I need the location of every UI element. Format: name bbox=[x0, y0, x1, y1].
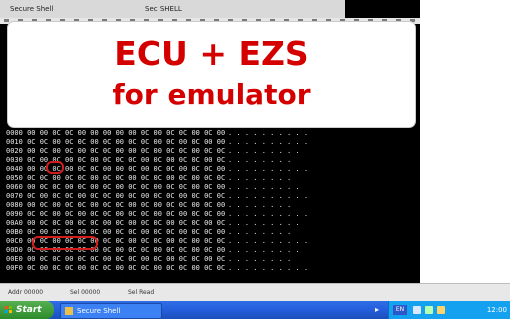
hex-address: 0060 bbox=[6, 183, 23, 191]
hex-address: 00E0 bbox=[6, 255, 23, 263]
hex-address: 0090 bbox=[6, 210, 23, 218]
window-background bbox=[420, 0, 510, 283]
toolbar-icon[interactable] bbox=[4, 19, 9, 22]
hex-bytes[interactable]: 00 0C 00 0C 00 0C 0C 00 00 0C 00 0C 0C 0… bbox=[27, 147, 225, 155]
hex-bytes[interactable]: 00 0C 00 0C 0C 00 0C 0C 00 0C 00 0C 0C 0… bbox=[27, 201, 225, 209]
start-label: Start bbox=[16, 305, 42, 315]
taskbar-item-label: Secure Shell bbox=[77, 307, 121, 315]
hex-bytes[interactable]: 0C 0C 00 0C 0C 00 0C 00 0C 0C 00 0C 00 0… bbox=[27, 138, 225, 146]
system-tray: ▸ EN 12:00 bbox=[375, 301, 510, 319]
highlight-ring bbox=[46, 161, 64, 174]
hex-address: 00D0 bbox=[6, 246, 23, 254]
hex-address: 0070 bbox=[6, 192, 23, 200]
hex-address: 00B0 bbox=[6, 228, 23, 236]
hex-bytes[interactable]: 00 0C 0C 00 0C 0C 00 0C 00 0C 0C 00 0C 0… bbox=[27, 219, 225, 227]
banner-subtitle: for emulator bbox=[112, 78, 311, 111]
hex-bytes[interactable]: 00 00 0C 0C 00 00 00 00 00 0C 00 0C 0C 0… bbox=[27, 129, 225, 137]
hex-bytes[interactable]: 0C 00 0C 0C 00 0C 0C 00 0C 00 0C 0C 00 0… bbox=[27, 192, 225, 200]
status-mode: Sel Read bbox=[128, 289, 155, 296]
hex-ascii: . . . . . . . . . . bbox=[228, 264, 309, 272]
shield-icon[interactable] bbox=[437, 306, 445, 314]
hex-address: 0040 bbox=[6, 165, 23, 173]
status-bar: Addr 00000 Sel 00000 Sel Read bbox=[0, 283, 510, 302]
banner-title: ECU + EZS bbox=[114, 34, 309, 73]
network-icon[interactable] bbox=[425, 306, 433, 314]
hex-bytes[interactable]: 0C 0C 00 0C 00 0C 0C 00 0C 0C 00 0C 00 0… bbox=[27, 210, 225, 218]
hex-address: 0030 bbox=[6, 156, 23, 164]
overlay-banner: ECU + EZS for emulator bbox=[8, 22, 415, 127]
speaker-icon[interactable] bbox=[413, 306, 421, 314]
hex-address: 0050 bbox=[6, 174, 23, 182]
status-selection: Sel 00000 bbox=[70, 289, 101, 296]
hex-bytes[interactable]: 0C 00 0C 0C 00 0C 00 0C 0C 00 0C 0C 00 0… bbox=[27, 228, 225, 236]
hex-address: 0000 bbox=[6, 129, 23, 137]
status-address: Addr 00000 bbox=[8, 289, 44, 296]
hex-bytes[interactable]: 00 0C 0C 00 0C 0C 00 0C 0C 00 0C 00 0C 0… bbox=[27, 255, 225, 263]
hex-address: 00F0 bbox=[6, 264, 23, 272]
window-title-center: Sec SHELL bbox=[145, 5, 182, 13]
hex-address: 0010 bbox=[6, 138, 23, 146]
hex-address: 0020 bbox=[6, 147, 23, 155]
taskbar-item[interactable]: Secure Shell bbox=[60, 303, 162, 319]
windows-logo-icon bbox=[5, 306, 13, 314]
language-indicator[interactable]: EN bbox=[393, 305, 407, 315]
app-icon bbox=[65, 307, 73, 315]
hex-bytes[interactable]: 0C 00 0C 0C 00 0C 0C 00 0C 0C 00 0C 0C 0… bbox=[27, 264, 225, 272]
start-button[interactable]: Start bbox=[0, 301, 54, 319]
hex-address: 00A0 bbox=[6, 219, 23, 227]
hex-address: 00C0 bbox=[6, 237, 23, 245]
highlight-ring bbox=[32, 236, 98, 250]
taskbar: Start Secure Shell ▸ EN 12:00 bbox=[0, 301, 510, 319]
hex-bytes[interactable]: 0C 0C 00 0C 0C 00 0C 0C 00 0C 0C 00 0C 0… bbox=[27, 174, 225, 182]
tray-arrow-icon[interactable]: ▸ bbox=[375, 305, 383, 314]
window-title: Secure Shell bbox=[10, 5, 54, 13]
hex-address: 0080 bbox=[6, 201, 23, 209]
clock: 12:00 bbox=[486, 306, 507, 314]
hex-bytes[interactable]: 00 0C 0C 00 0C 00 0C 00 0C 0C 00 0C 0C 0… bbox=[27, 183, 225, 191]
title-bar: Secure Shell Sec SHELL bbox=[0, 0, 345, 18]
